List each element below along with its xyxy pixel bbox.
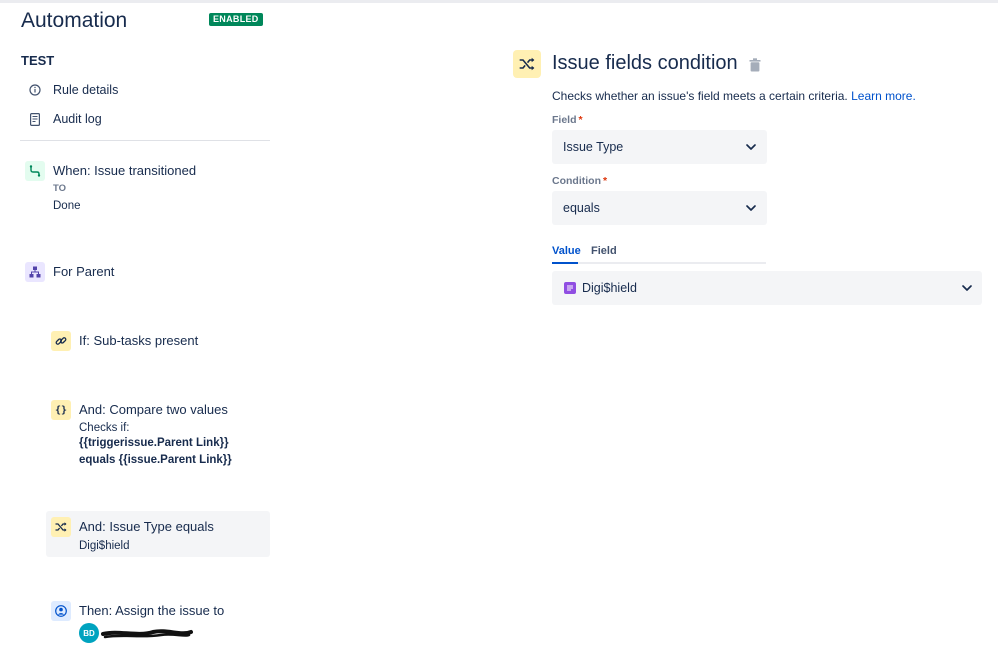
transition-icon: [25, 161, 45, 181]
document-icon: [27, 111, 43, 127]
field-label: Field *: [552, 114, 583, 126]
condition-compare-line2: {{triggerissue.Parent Link}}: [79, 437, 229, 449]
tab-field[interactable]: Field: [591, 245, 617, 257]
nav-audit-log[interactable]: Audit log: [27, 109, 102, 129]
tab-value[interactable]: Value: [552, 245, 581, 257]
value-select-label: Digi$hield: [582, 281, 637, 295]
nav-rule-details[interactable]: Rule details: [27, 80, 118, 100]
trigger-sub-value: Done: [53, 200, 81, 212]
trigger-sub-label: TO: [53, 183, 67, 194]
nav-rule-details-label: Rule details: [53, 83, 119, 97]
condition-select[interactable]: equals: [552, 191, 767, 225]
rule-name: TEST: [21, 53, 55, 68]
field-label-text: Field: [552, 114, 577, 126]
condition-label-text: Condition: [552, 175, 601, 187]
condition-issue-type-sub: Digi$hield: [79, 540, 130, 552]
app-title: Automation: [21, 9, 128, 32]
field-select[interactable]: Issue Type: [552, 130, 767, 164]
user-icon: [51, 601, 71, 621]
chevron-down-icon: [746, 144, 756, 150]
info-icon: [27, 82, 43, 98]
issue-type-story-icon: [564, 282, 576, 294]
avatar: BD: [79, 623, 99, 643]
value-select[interactable]: Digi$hield: [552, 271, 982, 305]
condition-subtasks-title: If: Sub-tasks present: [79, 333, 199, 348]
condition-compare-title: And: Compare two values: [79, 402, 228, 417]
branch-title: For Parent: [53, 264, 115, 279]
condition-select-value: equals: [563, 201, 600, 215]
trash-icon[interactable]: [749, 58, 761, 72]
braces-icon: {}: [51, 400, 71, 420]
condition-compare-line3: equals {{issue.Parent Link}}: [79, 454, 232, 466]
required-marker: *: [578, 114, 583, 126]
nav-audit-log-label: Audit log: [53, 112, 102, 126]
learn-more-link[interactable]: Learn more.: [851, 89, 916, 103]
trigger-step[interactable]: When: Issue transitioned TO Done: [25, 161, 270, 217]
required-marker: *: [602, 175, 608, 187]
chevron-down-icon: [746, 205, 756, 211]
top-border: [0, 0, 998, 3]
divider: [20, 140, 270, 141]
condition-compare-step[interactable]: {} And: Compare two values Checks if: {{…: [51, 400, 270, 470]
value-field-tabs: Value Field: [552, 243, 766, 264]
condition-subtasks-step[interactable]: If: Sub-tasks present: [51, 331, 270, 353]
panel-description-text: Checks whether an issue's field meets a …: [552, 89, 848, 103]
redacted-name-scribble: [101, 629, 193, 639]
condition-compare-line1: Checks if:: [79, 422, 130, 434]
panel-title: Issue fields condition: [552, 52, 738, 74]
hierarchy-icon: [25, 262, 45, 282]
active-tab-indicator: [552, 262, 578, 264]
field-select-value: Issue Type: [563, 140, 624, 154]
condition-type-icon: [513, 50, 541, 78]
link-icon: [51, 331, 71, 351]
chevron-down-icon: [962, 285, 972, 291]
branch-step[interactable]: For Parent: [25, 262, 270, 284]
action-assign-step[interactable]: Then: Assign the issue to: [51, 601, 270, 623]
shuffle-icon: [51, 517, 71, 537]
panel-description: Checks whether an issue's field meets a …: [552, 89, 916, 103]
condition-issue-type-title: And: Issue Type equals: [79, 519, 214, 534]
status-badge: ENABLED: [209, 13, 263, 26]
condition-issue-type-step[interactable]: And: Issue Type equals Digi$hield: [51, 517, 270, 553]
trigger-title: When: Issue transitioned: [53, 163, 197, 178]
action-assign-title: Then: Assign the issue to: [79, 603, 225, 618]
condition-label: Condition *: [552, 175, 607, 187]
